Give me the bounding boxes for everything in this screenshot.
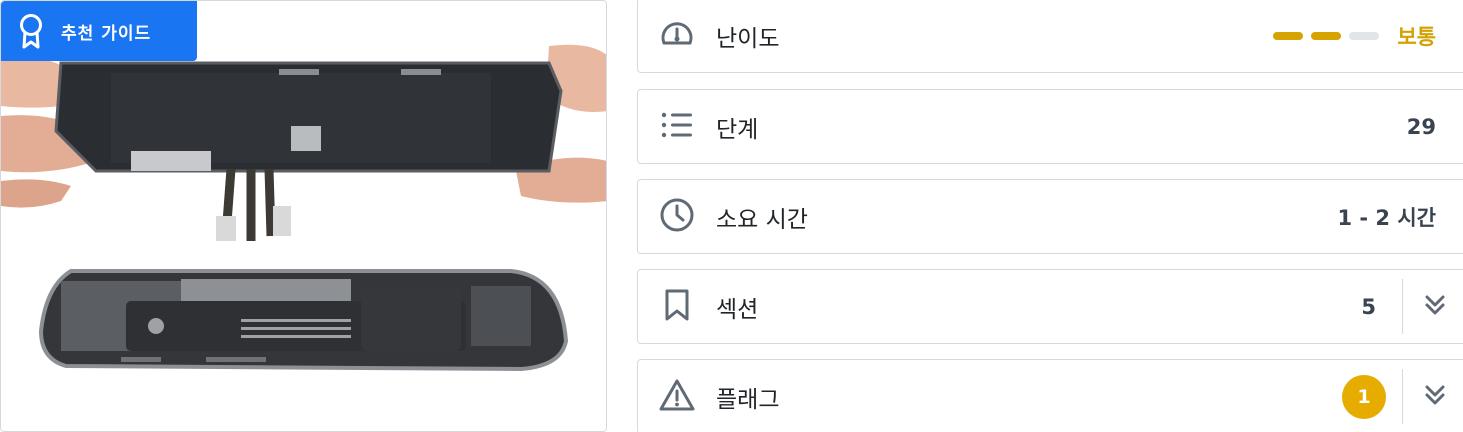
time-required-value: 1 - 2 시간 [1337, 205, 1436, 230]
difficulty-value: 보통 [1397, 24, 1436, 49]
time-required-label: 소요 시간 [716, 206, 808, 233]
bookmark-icon [663, 288, 691, 326]
difficulty-label: 난이도 [716, 25, 780, 52]
time-required-row: 소요 시간 1 - 2 시간 [637, 179, 1463, 254]
difficulty-row: 난이도 보통 [637, 0, 1463, 73]
phone-teardown-image [1, 1, 606, 431]
guide-info-list: 난이도 보통 단계 29 소요 시간 1 - 2 시간 섹션 5 플래그 1 [637, 0, 1463, 432]
clock-icon [659, 197, 695, 237]
difficulty-bar [1273, 31, 1304, 40]
warning-triangle-icon [659, 378, 695, 416]
gauge-icon [659, 16, 695, 56]
guide-image-panel[interactable]: 추천 가이드 [0, 0, 607, 432]
sections-count: 5 [1361, 294, 1376, 319]
award-ribbon-icon [19, 13, 43, 49]
difficulty-bar [1349, 31, 1380, 40]
sections-expand-button[interactable] [1402, 279, 1463, 334]
steps-row: 단계 29 [637, 89, 1463, 164]
list-icon [660, 111, 694, 143]
flags-row[interactable]: 플래그 1 [637, 359, 1463, 432]
double-chevron-down-icon [1425, 384, 1445, 410]
badge-label: 추천 가이드 [61, 23, 152, 44]
difficulty-bar [1311, 31, 1342, 40]
sections-label: 섹션 [716, 296, 759, 323]
difficulty-meter [1273, 31, 1380, 40]
flags-label: 플래그 [716, 386, 780, 413]
flags-expand-button[interactable] [1402, 369, 1463, 424]
double-chevron-down-icon [1425, 294, 1445, 320]
recommended-guide-badge: 추천 가이드 [1, 1, 197, 61]
steps-value: 29 [1406, 114, 1436, 139]
sections-row[interactable]: 섹션 5 [637, 269, 1463, 344]
flags-count-badge: 1 [1342, 374, 1386, 419]
steps-label: 단계 [716, 116, 759, 143]
